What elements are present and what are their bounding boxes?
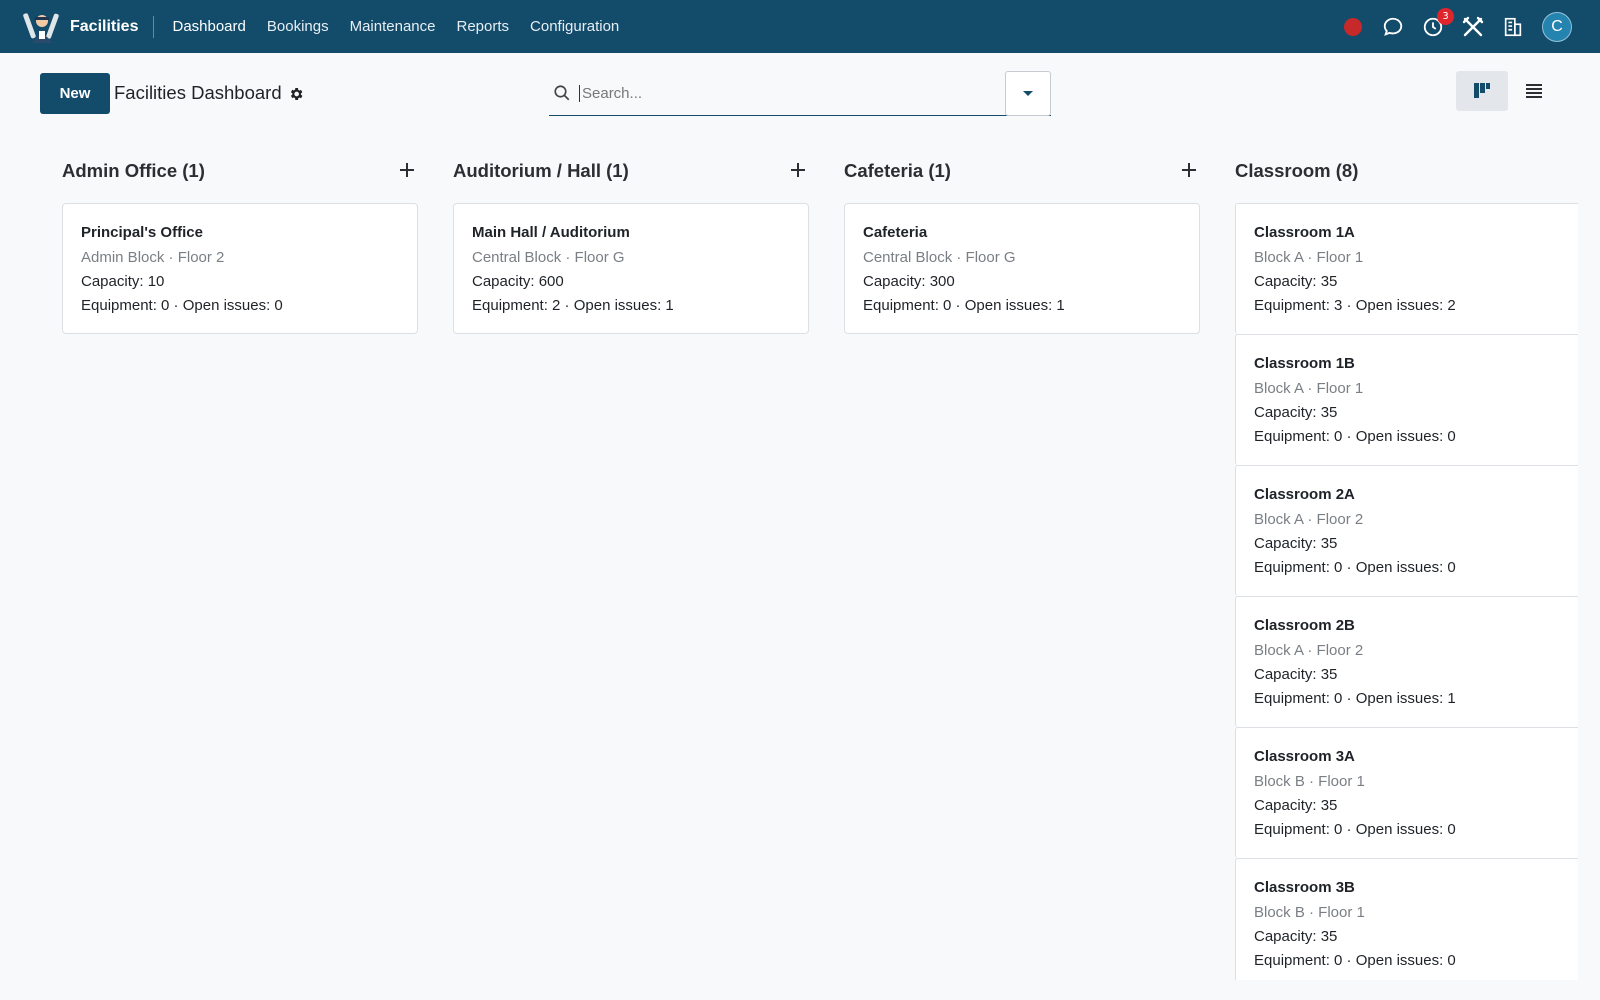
card-stats: Equipment: 0 · Open issues: 0	[1254, 952, 1456, 969]
kanban-board: Admin Office (1) Principal's Office Admin …	[62, 150, 1578, 980]
card-title: Classroom 1B	[1254, 355, 1355, 372]
card-location: Block A · Floor 2	[1254, 511, 1364, 528]
list-icon	[1526, 84, 1542, 98]
column-title[interactable]: Admin Office (1)	[62, 160, 205, 182]
card-stats: Equipment: 0 · Open issues: 0	[81, 297, 283, 314]
new-button[interactable]: New	[40, 73, 110, 114]
card-capacity: Capacity: 35	[1254, 666, 1338, 683]
card-title: Principal's Office	[81, 224, 203, 241]
column-title[interactable]: Cafeteria (1)	[844, 160, 951, 182]
card-title: Classroom 1A	[1254, 224, 1355, 241]
card-location: Block A · Floor 1	[1254, 380, 1364, 397]
card-stats: Equipment: 0 · Open issues: 0	[1254, 821, 1456, 838]
card-capacity: Capacity: 10	[81, 273, 165, 290]
card-capacity: Capacity: 35	[1254, 928, 1338, 945]
column-header: Auditorium / Hall (1)	[453, 150, 809, 192]
page-title: Facilities Dashboard	[114, 82, 282, 103]
card-location: Block B · Floor 1	[1254, 904, 1365, 921]
column-header: Cafeteria (1)	[844, 150, 1200, 192]
chat-icon[interactable]	[1380, 14, 1406, 40]
facilities-logo-icon	[22, 7, 62, 47]
kanban-column: Auditorium / Hall (1) Main Hall / Auditor…	[453, 150, 809, 980]
card-title: Classroom 2B	[1254, 617, 1355, 634]
facility-card[interactable]: Main Hall / Auditorium Central Block · Fl…	[453, 203, 809, 334]
search-icon	[553, 84, 571, 102]
kanban-column: Cafeteria (1) Cafeteria Central Block · Fl…	[844, 150, 1200, 980]
card-capacity: Capacity: 35	[1254, 535, 1338, 552]
nav-item-maintenance[interactable]: Maintenance	[350, 18, 436, 35]
card-title: Classroom 2A	[1254, 486, 1355, 503]
add-card-icon[interactable]	[1182, 163, 1198, 179]
add-card-icon[interactable]	[791, 163, 807, 179]
brand-divider	[153, 15, 155, 38]
nav-item-reports[interactable]: Reports	[457, 18, 510, 35]
facility-card[interactable]: Classroom 2A Block A · Floor 2 Capacity: 3…	[1235, 465, 1578, 596]
clock-icon[interactable]: 3	[1420, 7, 1454, 40]
card-stats: Equipment: 0 · Open issues: 1	[863, 297, 1065, 314]
card-stats: Equipment: 2 · Open issues: 1	[472, 297, 674, 314]
gear-icon[interactable]	[288, 86, 304, 102]
column-title[interactable]: Auditorium / Hall (1)	[453, 160, 629, 182]
card-location: Central Block · Floor G	[863, 249, 1016, 266]
card-title: Main Hall / Auditorium	[472, 224, 630, 241]
user-avatar[interactable]: C	[1542, 11, 1572, 42]
app-name: Facilities	[70, 17, 139, 35]
card-title: Cafeteria	[863, 224, 928, 241]
nav-item-bookings[interactable]: Bookings	[267, 18, 329, 35]
top-navbar: Facilities Dashboard Bookings Maintenance R…	[0, 0, 1600, 53]
facility-card[interactable]: Classroom 1B Block A · Floor 1 Capacity: 3…	[1235, 334, 1578, 465]
record-icon[interactable]	[1340, 14, 1366, 40]
add-card-icon[interactable]	[400, 163, 416, 179]
card-location: Block A · Floor 2	[1254, 642, 1364, 659]
tools-icon[interactable]	[1460, 14, 1486, 40]
search-input[interactable]	[579, 84, 999, 102]
facility-card[interactable]: Principal's Office Admin Block · Floor 2 C…	[62, 203, 418, 334]
activity-badge: 3	[1437, 7, 1454, 25]
card-capacity: Capacity: 35	[1254, 797, 1338, 814]
card-capacity: Capacity: 35	[1254, 273, 1338, 290]
facility-card[interactable]: Cafeteria Central Block · Floor G Capacity…	[844, 203, 1200, 334]
facility-card[interactable]: Classroom 3A Block B · Floor 1 Capacity: 3…	[1235, 727, 1578, 858]
facility-card[interactable]: Classroom 3B Block B · Floor 1 Capacity: 3…	[1235, 858, 1578, 980]
building-icon[interactable]	[1500, 14, 1526, 40]
card-capacity: Capacity: 35	[1254, 404, 1338, 421]
search-options-toggle[interactable]	[1005, 71, 1051, 116]
card-title: Classroom 3A	[1254, 748, 1355, 765]
main-menu: Dashboard Bookings Maintenance Reports Confi…	[172, 18, 640, 35]
card-location: Central Block · Floor G	[472, 249, 625, 266]
app-brand[interactable]: Facilities	[0, 0, 155, 53]
card-title: Classroom 3B	[1254, 879, 1355, 896]
kanban-column: Admin Office (1) Principal's Office Admin …	[62, 150, 418, 980]
card-location: Block A · Floor 1	[1254, 249, 1364, 266]
kanban-view-button[interactable]	[1456, 71, 1508, 111]
column-header: Admin Office (1)	[62, 150, 418, 192]
systray: 3 C	[1326, 0, 1572, 53]
card-location: Block B · Floor 1	[1254, 773, 1365, 790]
card-stats: Equipment: 0 · Open issues: 0	[1254, 428, 1456, 445]
card-capacity: Capacity: 600	[472, 273, 564, 290]
kanban-icon	[1474, 83, 1490, 98]
card-location: Admin Block · Floor 2	[81, 249, 225, 266]
kanban-column: Classroom (8) Classroom 1A Block A · Floor…	[1235, 150, 1578, 980]
card-stats: Equipment: 0 · Open issues: 1	[1254, 690, 1456, 707]
nav-item-dashboard[interactable]: Dashboard	[172, 18, 245, 35]
column-title[interactable]: Classroom (8)	[1235, 160, 1358, 182]
facility-card[interactable]: Classroom 2B Block A · Floor 2 Capacity: 3…	[1235, 596, 1578, 727]
nav-item-configuration[interactable]: Configuration	[530, 18, 619, 35]
column-header: Classroom (8)	[1235, 150, 1578, 192]
list-view-button[interactable]	[1508, 71, 1560, 111]
caret-down-icon	[1023, 90, 1033, 96]
search-bar	[549, 71, 1051, 116]
card-capacity: Capacity: 300	[863, 273, 955, 290]
card-stats: Equipment: 3 · Open issues: 2	[1254, 297, 1456, 314]
facility-card[interactable]: Classroom 1A Block A · Floor 1 Capacity: 3…	[1235, 203, 1578, 334]
card-stats: Equipment: 0 · Open issues: 0	[1254, 559, 1456, 576]
